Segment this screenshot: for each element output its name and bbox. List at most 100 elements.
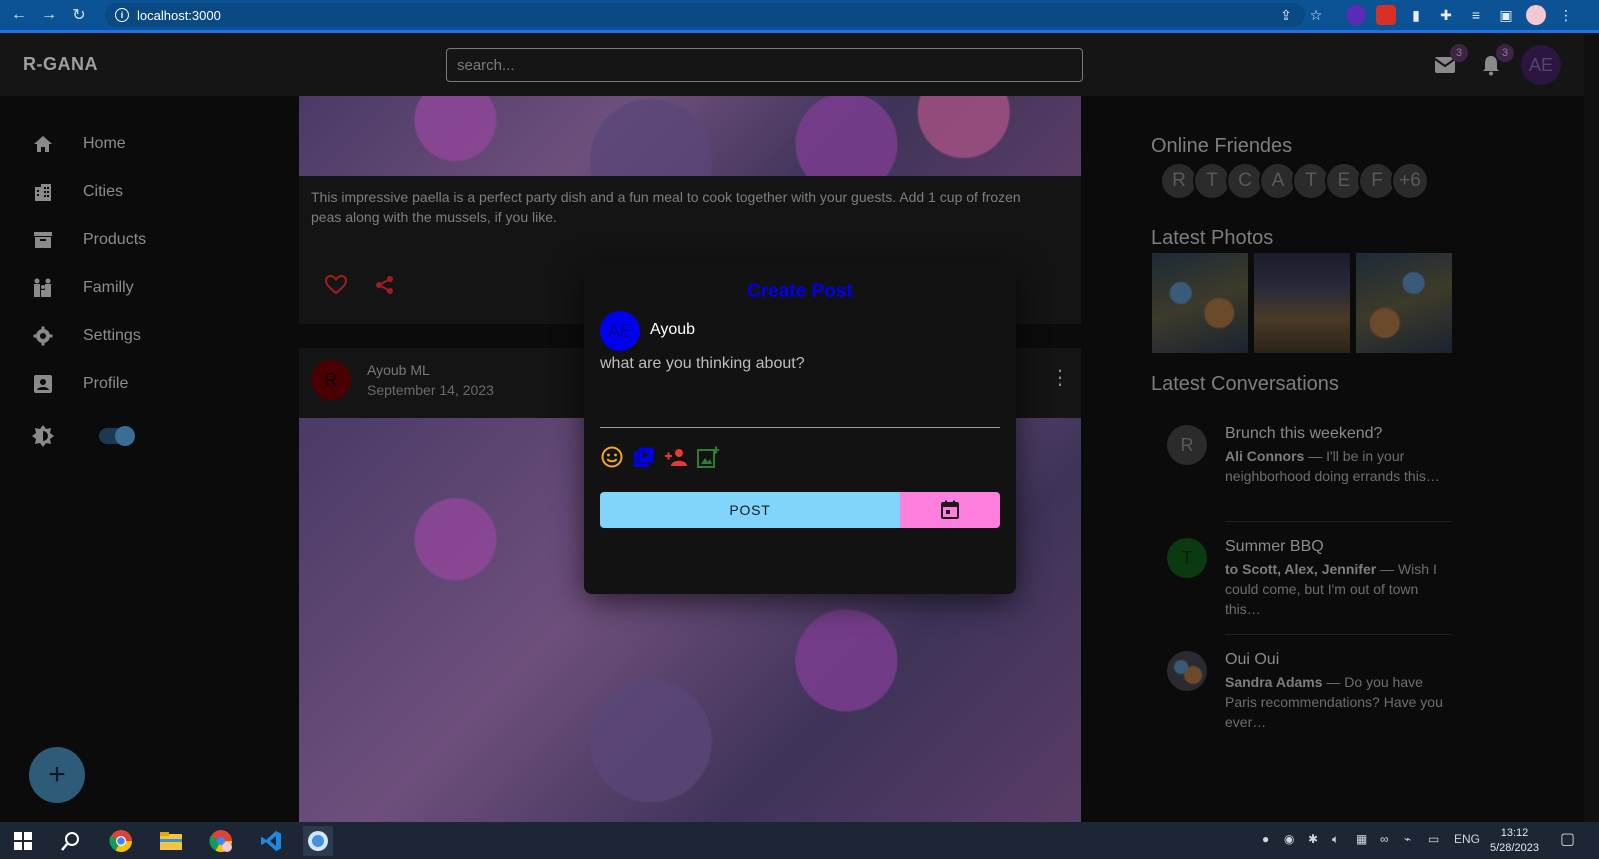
post-author-avatar: R xyxy=(311,360,351,400)
gear-icon xyxy=(30,326,56,346)
back-icon[interactable]: ← xyxy=(8,4,30,26)
emoji-icon xyxy=(601,446,623,468)
add-fab-button[interactable]: + xyxy=(29,747,85,803)
emoji-button[interactable] xyxy=(600,445,624,469)
dialog-user-name: Ayoub xyxy=(650,321,696,338)
switch-knob xyxy=(115,426,135,446)
side-panel-icon[interactable]: ▣ xyxy=(1496,5,1516,25)
tag-person-button[interactable] xyxy=(664,445,688,469)
create-post-dialog xyxy=(584,263,1016,594)
url-text: localhost:3000 xyxy=(137,7,221,23)
extension-icon[interactable]: ▮ xyxy=(1406,5,1426,25)
sidebar-item-label: Products xyxy=(83,231,147,248)
notification-badge: 3 xyxy=(1496,44,1514,62)
chrome-profile-icon[interactable] xyxy=(206,826,236,856)
notifications-button[interactable]: 3 xyxy=(1478,44,1514,78)
add-image-button[interactable] xyxy=(696,445,720,469)
mail-button[interactable]: 3 xyxy=(1432,44,1468,78)
schedule-button[interactable] xyxy=(900,492,1000,528)
search-icon[interactable] xyxy=(56,826,86,856)
search-input[interactable] xyxy=(446,48,1083,82)
latest-photo[interactable] xyxy=(1254,253,1350,353)
theme-toggle-icon xyxy=(30,422,70,450)
sidebar-item-products[interactable]: Products xyxy=(30,226,250,254)
meet-icon[interactable]: ◉ xyxy=(1284,832,1294,846)
volume-icon[interactable]: 🔈︎ xyxy=(1332,832,1339,847)
conversation-title[interactable]: Oui Oui xyxy=(1225,651,1279,669)
calendar-icon xyxy=(941,500,959,519)
dark-mode-switch[interactable] xyxy=(99,426,135,446)
active-app-icon[interactable] xyxy=(303,826,333,856)
user-avatar[interactable]: AE xyxy=(1521,45,1561,85)
conversation-sender: Ali Connors xyxy=(1225,448,1305,464)
post-text: This impressive paella is a perfect part… xyxy=(311,189,1021,225)
menu-dots-icon[interactable]: ⋮ xyxy=(1556,5,1576,25)
sidebar-item-profile[interactable]: Profile xyxy=(30,370,250,398)
online-friends-more[interactable]: +6 xyxy=(1391,162,1429,200)
extension-icon[interactable] xyxy=(1346,5,1366,25)
vscode-icon[interactable] xyxy=(256,826,286,856)
profile-icon xyxy=(30,375,56,393)
clock-time: 13:12 xyxy=(1500,827,1529,839)
share-button[interactable] xyxy=(375,275,397,297)
conversation-title[interactable]: Brunch this weekend? xyxy=(1225,425,1382,443)
divider xyxy=(1225,634,1452,635)
post-text-input[interactable] xyxy=(600,355,1000,428)
media-icon[interactable]: ≡ xyxy=(1466,5,1486,25)
system-clock[interactable]: 13:12 5/28/2023 xyxy=(1490,826,1539,856)
latest-photo[interactable] xyxy=(1152,253,1248,353)
sidebar-item-settings[interactable]: Settings xyxy=(30,322,250,350)
sidebar-item-label: Profile xyxy=(83,375,129,392)
dialog-user-avatar: AE xyxy=(600,311,640,351)
video-library-icon xyxy=(634,446,655,467)
conversation-avatar xyxy=(1167,651,1207,691)
conversation-preview: Ali Connors — I'll be in your neighborho… xyxy=(1225,446,1445,486)
post-date: September 14, 2023 xyxy=(367,382,494,398)
add-video-button[interactable] xyxy=(632,445,656,469)
bookmark-star-icon[interactable]: ☆ xyxy=(1306,5,1326,25)
online-friends-title: Online Friendes xyxy=(1151,135,1293,157)
forward-icon[interactable]: → xyxy=(38,4,60,26)
reload-icon[interactable]: ↻ xyxy=(68,4,90,26)
security-icon[interactable]: ▦ xyxy=(1356,832,1367,846)
windows-start-icon[interactable] xyxy=(8,826,38,856)
notification-center-icon[interactable]: ▢ xyxy=(1560,829,1575,849)
latest-conversations-title: Latest Conversations xyxy=(1151,373,1339,395)
sidebar-item-home[interactable]: Home xyxy=(30,130,250,158)
battery-icon[interactable]: ▭ xyxy=(1428,832,1439,846)
extension-icon[interactable] xyxy=(1376,5,1396,25)
share-icon[interactable]: ⇪ xyxy=(1276,5,1296,25)
language-indicator[interactable]: ENG xyxy=(1454,832,1480,846)
profile-avatar-icon[interactable] xyxy=(1526,5,1546,25)
favorite-button[interactable] xyxy=(324,274,348,297)
page-scrollbar[interactable] xyxy=(1584,33,1599,822)
sidebar-item-cities[interactable]: Cities xyxy=(30,178,250,206)
site-info-icon[interactable]: i xyxy=(115,8,129,22)
conversation-title[interactable]: Summer BBQ xyxy=(1225,538,1324,556)
network-icon[interactable]: ⌁ xyxy=(1404,832,1411,846)
mail-badge: 3 xyxy=(1450,44,1468,62)
microphone-icon[interactable]: ● xyxy=(1262,832,1269,846)
archive-icon xyxy=(30,231,56,249)
more-vert-icon[interactable]: ⋮ xyxy=(1050,366,1070,390)
puzzle-icon[interactable]: ✚ xyxy=(1436,5,1456,25)
post-author-name: Ayoub ML xyxy=(367,362,430,378)
home-icon xyxy=(30,135,56,153)
post-button[interactable]: POST xyxy=(600,492,900,528)
address-bar[interactable]: i localhost:3000 xyxy=(105,3,1305,27)
link-icon[interactable]: ∞ xyxy=(1380,832,1389,846)
latest-photo[interactable] xyxy=(1356,253,1452,353)
latest-photos-title: Latest Photos xyxy=(1151,227,1274,249)
share-icon xyxy=(376,276,393,294)
sidebar-item-family[interactable]: Familly xyxy=(30,274,250,302)
brand-logo[interactable]: R-GANA xyxy=(23,54,98,75)
bluetooth-icon[interactable]: ✱ xyxy=(1308,832,1318,846)
file-explorer-icon[interactable] xyxy=(156,826,186,856)
chrome-icon[interactable] xyxy=(106,826,136,856)
sidebar-item-label: Settings xyxy=(83,327,141,344)
family-icon xyxy=(30,278,56,298)
add-photo-icon xyxy=(697,446,719,468)
brightness-icon xyxy=(30,425,56,447)
clock-date: 5/28/2023 xyxy=(1490,842,1539,854)
conversation-sender: to Scott, Alex, Jennifer xyxy=(1225,561,1377,577)
